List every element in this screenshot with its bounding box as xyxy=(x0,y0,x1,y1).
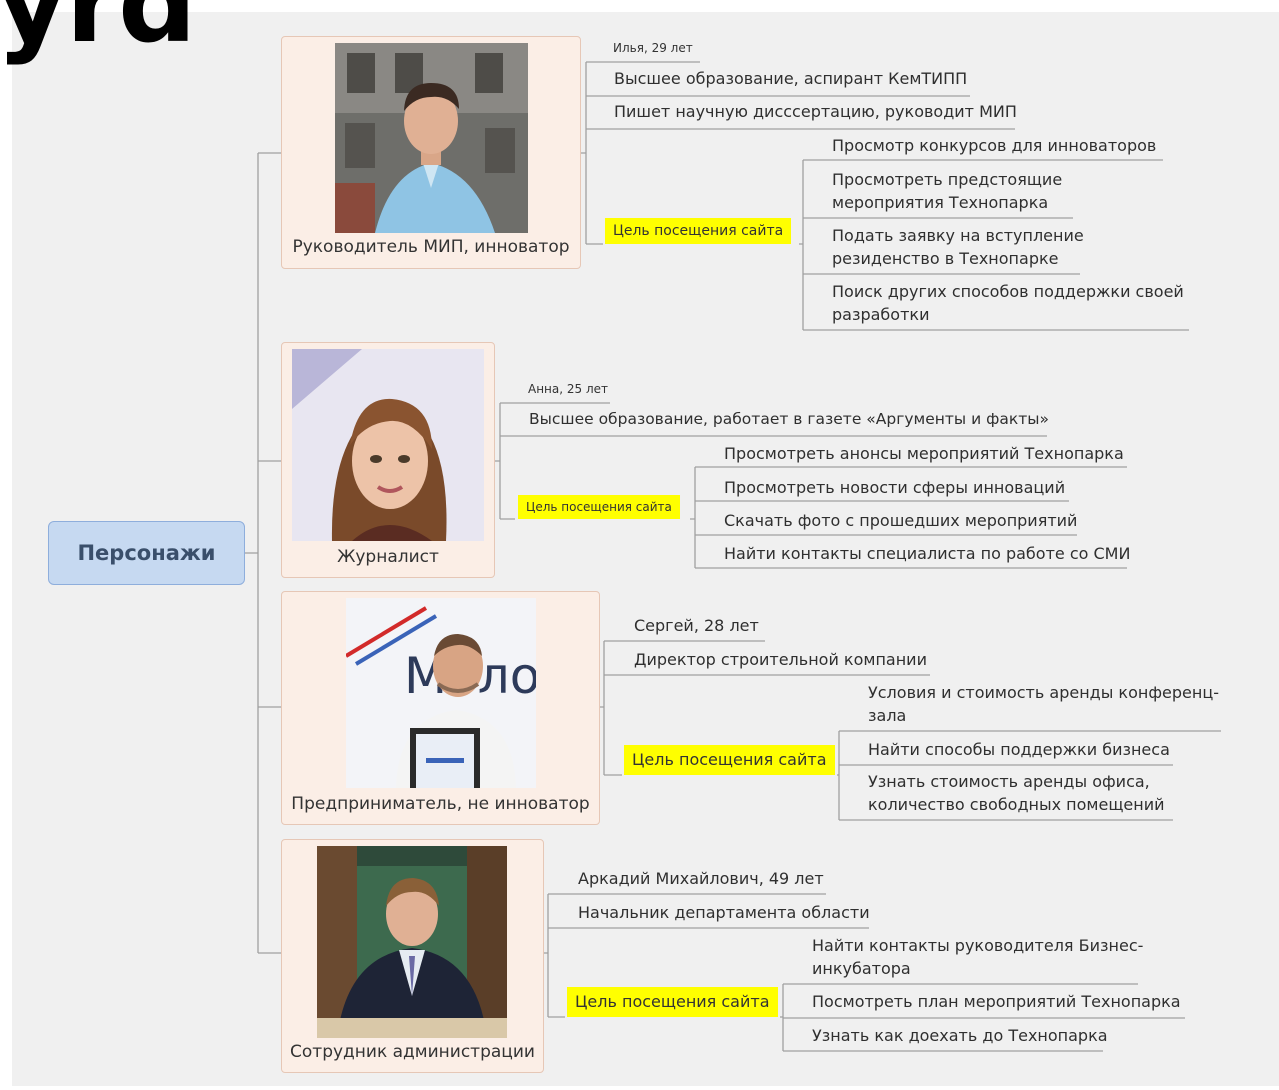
goal-item: Просмотреть новости сферы инноваций xyxy=(724,478,1066,497)
persona-detail: Пишет научную дисссертацию, руководит МИ… xyxy=(614,102,1017,121)
persona-detail: Высшее образование, работает в газете «А… xyxy=(529,410,1049,428)
persona-photo xyxy=(292,349,484,541)
persona-card-innovator[interactable]: Руководитель МИП, инноватор xyxy=(281,36,581,269)
goal-item: Посмотреть план мероприятий Технопарка xyxy=(812,992,1181,1011)
goal-item: Узнать стоимость аренды офиса, количеств… xyxy=(868,772,1165,814)
persona-caption: Журналист xyxy=(337,547,439,567)
goal-item: Условия и стоимость аренды конференц- за… xyxy=(868,683,1219,725)
persona-detail: Аркадий Михайлович, 49 лет xyxy=(578,869,824,888)
persona-caption: Руководитель МИП, инноватор xyxy=(292,237,570,257)
persona-detail: Высшее образование, аспирант КемТИПП xyxy=(614,69,968,88)
goal-label[interactable]: Цель посещения сайта xyxy=(567,987,778,1017)
goal-label[interactable]: Цель посещения сайта xyxy=(518,495,680,519)
persona-age: Анна, 25 лет xyxy=(528,382,609,396)
goal-item: Просмотреть анонсы мероприятий Технопарк… xyxy=(724,444,1124,463)
persona-photo xyxy=(317,846,507,1038)
goal-item: Скачать фото с прошедших мероприятий xyxy=(724,511,1078,530)
persona-card-official[interactable]: Сотрудник администрации xyxy=(281,839,544,1073)
goal-item: Просмотр конкурсов для инноваторов xyxy=(832,136,1157,155)
goal-item: Найти способы поддержки бизнеса xyxy=(868,740,1170,759)
persona-detail: Сергей, 28 лет xyxy=(634,616,759,635)
goal-label[interactable]: Цель посещения сайта xyxy=(624,745,835,775)
root-node[interactable]: Персонажи xyxy=(48,521,245,585)
persona-caption: Предприниматель, не инноватор xyxy=(291,794,590,814)
goal-item: Подать заявку на вступление резиденство … xyxy=(832,226,1084,268)
persona-card-entrepreneur[interactable]: Молод Предприниматель, не инноватор xyxy=(281,591,600,825)
persona-caption: Сотрудник администрации xyxy=(290,1042,535,1062)
persona-detail: Директор строительной компании xyxy=(634,650,927,669)
persona-detail: Начальник департамента области xyxy=(578,903,870,922)
goal-label[interactable]: Цель посещения сайта xyxy=(605,218,792,244)
persona-age: Илья, 29 лет xyxy=(613,41,693,55)
goal-item: Найти контакты специалиста по работе со … xyxy=(724,544,1131,563)
persona-card-journalist[interactable]: Журналист xyxy=(281,342,495,578)
goal-item: Просмотреть предстоящие мероприятия Техн… xyxy=(832,170,1063,212)
goal-item: Узнать как доехать до Технопарка xyxy=(812,1026,1108,1045)
persona-photo: Молод xyxy=(346,598,536,788)
persona-photo xyxy=(335,43,528,233)
goal-item: Найти контакты руководителя Бизнес- инку… xyxy=(812,936,1144,978)
goal-item: Поиск других способов поддержки своей ра… xyxy=(832,282,1184,324)
